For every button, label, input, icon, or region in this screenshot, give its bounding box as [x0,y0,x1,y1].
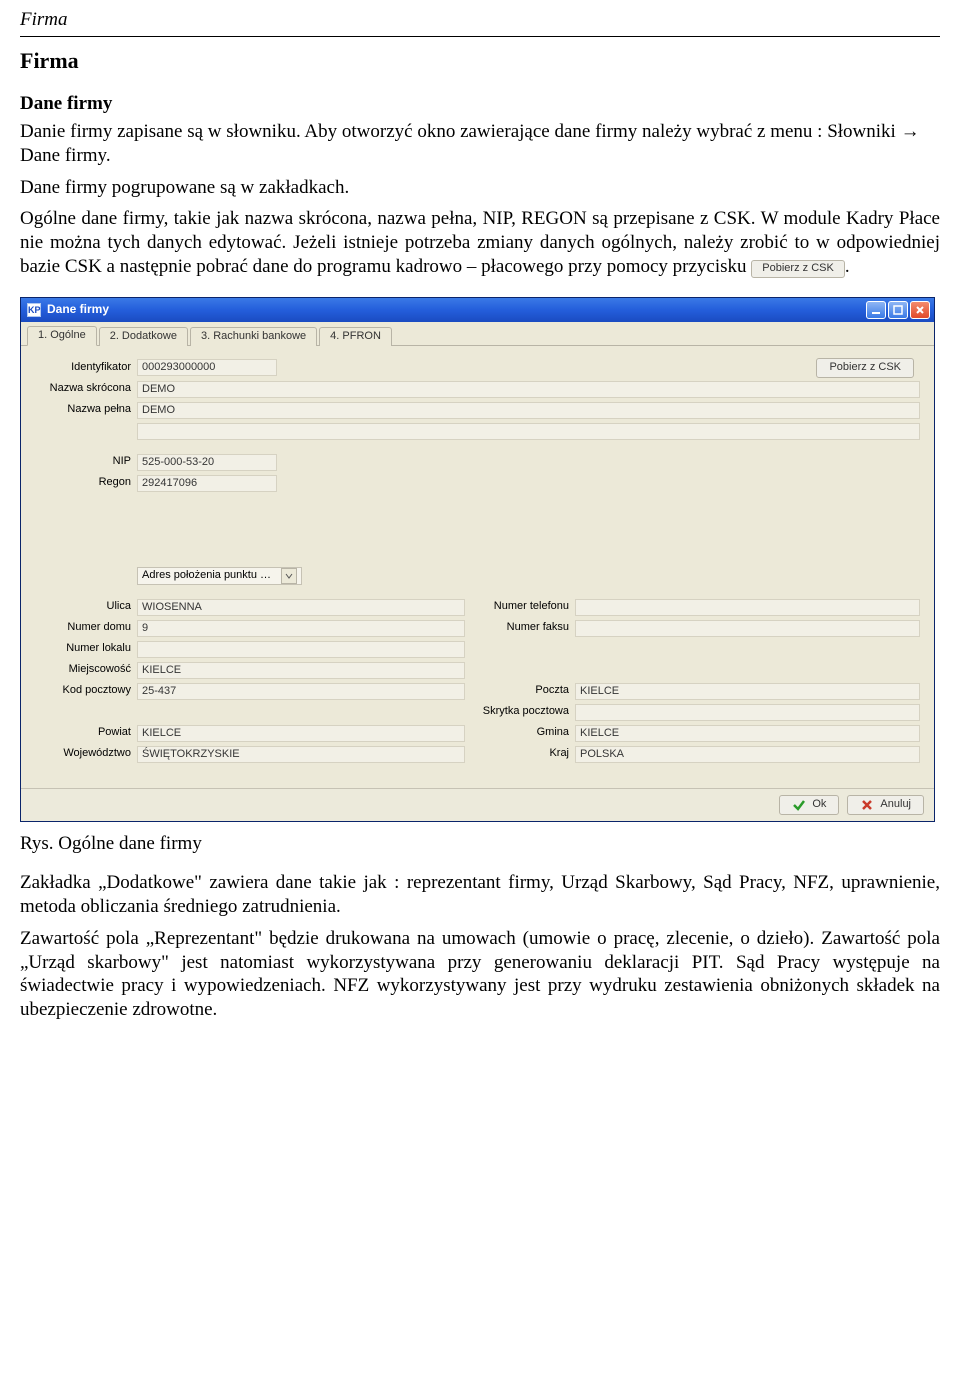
label-ulica: Ulica [35,600,137,614]
field-miejscowosc[interactable]: KIELCE [137,662,465,679]
anuluj-label: Anuluj [880,798,911,812]
label-numer-faksu: Numer faksu [465,621,575,635]
label-numer-domu: Numer domu [35,621,137,635]
field-numer-faksu[interactable] [575,620,920,637]
field-kraj[interactable]: POLSKA [575,746,920,763]
top-rule [20,36,940,37]
label-wojewodztwo: Województwo [35,747,137,761]
field-nazwa-pelna[interactable]: DEMO [137,402,920,419]
field-regon[interactable]: 292417096 [137,475,277,492]
form-area: Identyfikator 000293000000 Pobierz z CSK… [21,346,934,788]
tabs: 1. Ogólne 2. Dodatkowe 3. Rachunki banko… [21,322,934,346]
field-powiat[interactable]: KIELCE [137,725,465,742]
label-poczta: Poczta [465,684,575,698]
field-poczta[interactable]: KIELCE [575,683,920,700]
label-powiat: Powiat [35,726,137,740]
close-button[interactable] [910,301,930,319]
field-identyfikator[interactable]: 000293000000 [137,359,277,376]
pobierz-z-csk-inline-button[interactable]: Pobierz z CSK [751,260,845,278]
paragraph-intro-1: Danie firmy zapisane są w słowniku. Aby … [20,120,940,168]
field-wojewodztwo[interactable]: ŚWIĘTOKRZYSKIE [137,746,465,763]
label-regon: Regon [35,476,137,490]
figure-caption: Rys. Ogólne dane firmy [20,832,940,856]
field-nazwa-pelna-2[interactable] [137,423,920,440]
field-kod-pocztowy[interactable]: 25-437 [137,683,465,700]
ok-label: Ok [812,798,826,812]
tab-ogolne[interactable]: 1. Ogólne [27,326,97,346]
tab-rachunki-bankowe[interactable]: 3. Rachunki bankowe [190,327,317,346]
maximize-button[interactable] [888,301,908,319]
pobierz-z-csk-button[interactable]: Pobierz z CSK [816,358,914,378]
label-numer-lokalu: Numer lokalu [35,642,137,656]
company-data-window: KP Dane firmy 1. Ogólne 2. Dodatkowe 3. … [20,297,935,822]
window-title: Dane firmy [47,302,109,317]
checkmark-icon [792,798,806,812]
page-header: Firma [20,8,940,32]
chevron-down-icon [281,568,297,584]
tab-pfron[interactable]: 4. PFRON [319,327,392,346]
paragraph-4: Zakładka „Dodatkowe" zawiera dane takie … [20,871,940,919]
paragraph-intro-3: Ogólne dane firmy, takie jak nazwa skróc… [20,207,940,278]
field-skrytka[interactable] [575,704,920,721]
address-type-text: Adres położenia punktu … [142,569,271,583]
label-nip: NIP [35,455,137,469]
field-nip[interactable]: 525-000-53-20 [137,454,277,471]
paragraph-intro-2: Dane firmy pogrupowane są w zakładkach. [20,176,940,200]
window-controls [866,301,930,319]
tab-dodatkowe[interactable]: 2. Dodatkowe [99,327,188,346]
titlebar: KP Dane firmy [21,298,934,322]
field-numer-domu[interactable]: 9 [137,620,465,637]
label-miejscowosc: Miejscowość [35,663,137,677]
footer-bar: Ok Anuluj [21,788,934,821]
field-numer-lokalu[interactable] [137,641,465,658]
label-kod-pocztowy: Kod pocztowy [35,684,137,698]
app-icon: KP [27,303,41,317]
ok-button[interactable]: Ok [779,795,839,815]
paragraph-5: Zawartość pola „Reprezentant" będzie dru… [20,927,940,1022]
cancel-icon [860,798,874,812]
label-numer-telefonu: Numer telefonu [465,600,575,614]
field-numer-telefonu[interactable] [575,599,920,616]
label-kraj: Kraj [465,747,575,761]
address-type-dropdown[interactable]: Adres położenia punktu … [137,567,302,585]
field-gmina[interactable]: KIELCE [575,725,920,742]
field-ulica[interactable]: WIOSENNA [137,599,465,616]
label-gmina: Gmina [465,726,575,740]
field-nazwa-skrocona[interactable]: DEMO [137,381,920,398]
heading-dane-firmy: Dane firmy [20,92,940,116]
label-identyfikator: Identyfikator [35,361,137,375]
label-nazwa-skrocona: Nazwa skrócona [35,382,137,396]
label-skrytka: Skrytka pocztowa [465,705,575,719]
label-nazwa-pelna: Nazwa pełna [35,403,137,417]
anuluj-button[interactable]: Anuluj [847,795,924,815]
heading-firma: Firma [20,47,940,75]
minimize-button[interactable] [866,301,886,319]
